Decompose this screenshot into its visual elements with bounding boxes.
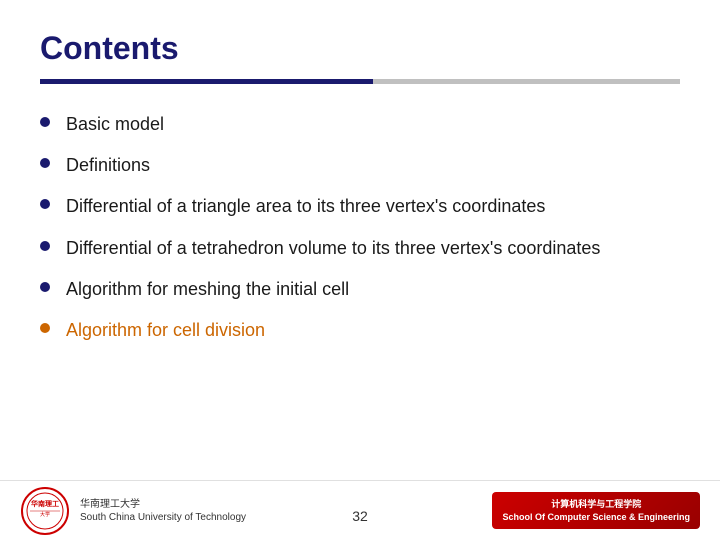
footer: 华南理工 大学 华南理工大学 South China University of…	[0, 480, 720, 540]
list-item: Algorithm for meshing the initial cell	[40, 277, 680, 302]
svg-text:大学: 大学	[40, 511, 50, 518]
list-item-text: Algorithm for meshing the initial cell	[66, 277, 349, 302]
list-item: Differential of a tetrahedron volume to …	[40, 236, 680, 261]
university-logo-icon: 华南理工 大学	[20, 486, 70, 536]
university-name-cn: 华南理工大学	[80, 498, 246, 511]
footer-right: 计算机科学与工程学院 School Of Computer Science & …	[492, 492, 700, 529]
page-number: 32	[352, 508, 368, 524]
school-badge: 计算机科学与工程学院 School Of Computer Science & …	[492, 492, 700, 529]
bullet-icon	[40, 241, 50, 251]
content-list: Basic model Definitions Differential of …	[40, 112, 680, 343]
list-item-text: Basic model	[66, 112, 164, 137]
bullet-icon	[40, 158, 50, 168]
list-item: Differential of a triangle area to its t…	[40, 194, 680, 219]
bullet-icon	[40, 323, 50, 333]
slide: Contents Basic model Definitions Differe…	[0, 0, 720, 540]
divider-blue	[40, 79, 373, 84]
bullet-icon	[40, 199, 50, 209]
university-text: 华南理工大学 South China University of Technol…	[80, 498, 246, 524]
school-name-cn: 计算机科学与工程学院	[502, 498, 690, 511]
list-item: Basic model	[40, 112, 680, 137]
list-item-text: Algorithm for cell division	[66, 318, 265, 343]
svg-text:华南理工: 华南理工	[31, 499, 59, 508]
list-item-text: Differential of a tetrahedron volume to …	[66, 236, 600, 261]
list-item-text: Differential of a triangle area to its t…	[66, 194, 545, 219]
slide-title: Contents	[40, 30, 680, 67]
bullet-icon	[40, 117, 50, 127]
school-name-en: School Of Computer Science & Engineering	[502, 511, 690, 524]
list-item-highlight: Algorithm for cell division	[40, 318, 680, 343]
list-item: Definitions	[40, 153, 680, 178]
divider	[40, 79, 680, 84]
list-item-text: Definitions	[66, 153, 150, 178]
footer-left: 华南理工 大学 华南理工大学 South China University of…	[20, 486, 246, 536]
bullet-icon	[40, 282, 50, 292]
divider-light	[373, 79, 680, 84]
university-name-en: South China University of Technology	[80, 511, 246, 524]
